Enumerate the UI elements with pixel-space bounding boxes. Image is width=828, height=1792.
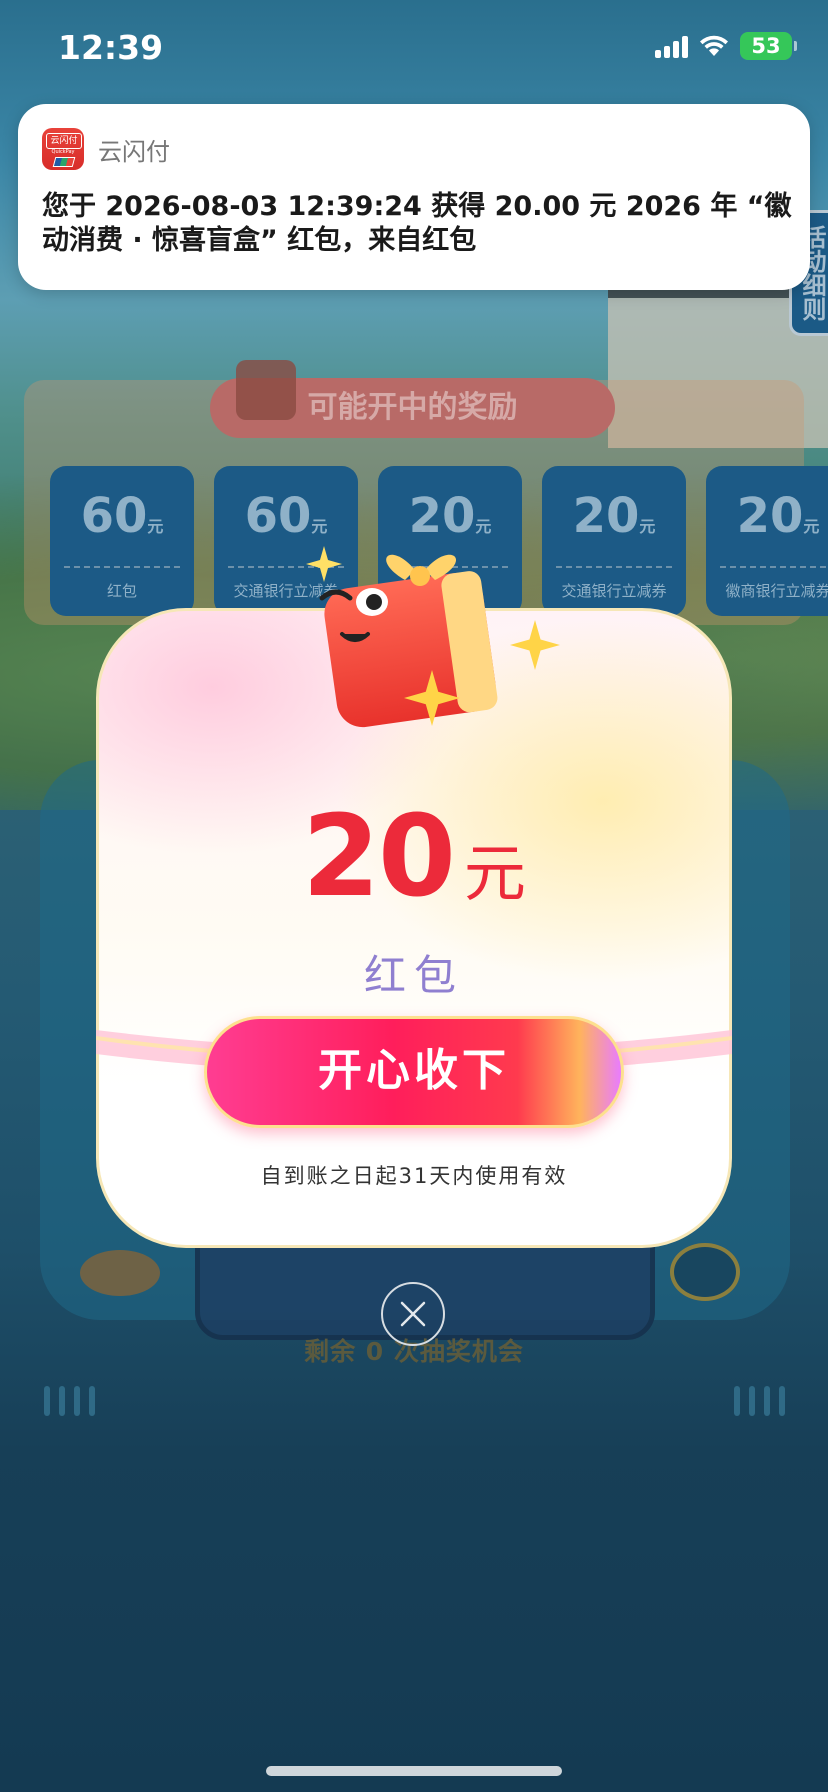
- coupon-card: 20元 徽商银行立减券: [706, 466, 828, 616]
- decor-stripes-right: [734, 1386, 785, 1416]
- app-icon-text: 云闪付: [46, 133, 82, 149]
- app-icon: 云闪付 QuickPay: [42, 128, 84, 170]
- prize-amount-unit: 元: [463, 837, 526, 910]
- machine-knob-left: [80, 1250, 160, 1296]
- notification-app-name: 云闪付: [98, 138, 170, 166]
- status-icons: 53: [655, 32, 797, 60]
- coupon-label: 红包: [106, 582, 137, 600]
- coupon-card: 20元 交通银行立减券: [542, 466, 686, 616]
- coupon-amount: 60: [244, 488, 312, 544]
- push-notification[interactable]: 云闪付 QuickPay 云闪付 您于 2026-08-03 12:39:24 …: [18, 104, 810, 290]
- coupon-unit: 元: [803, 517, 820, 536]
- coupon-amount: 20: [408, 488, 476, 544]
- validity-text: 自到账之日起31天内使用有效: [260, 1164, 568, 1188]
- status-time: 12:39: [58, 28, 164, 67]
- coupon-unit: 元: [475, 517, 492, 536]
- coupon-amount: 60: [80, 488, 148, 544]
- coupon-unit: 元: [311, 517, 328, 536]
- coupon-label: 徽商银行立减券: [725, 582, 828, 600]
- decor-stripes-left: [44, 1386, 95, 1416]
- sparkle-icon: [306, 546, 342, 586]
- notification-message: 您于 2026-08-03 12:39:24 获得 20.00 元 2026 年…: [42, 191, 792, 256]
- wifi-icon: [698, 34, 730, 58]
- accept-button[interactable]: 开心收下: [204, 1016, 624, 1128]
- coupon-unit: 元: [639, 517, 656, 536]
- sparkle-icon: [510, 620, 560, 674]
- prize-amount: 20 元: [96, 792, 732, 922]
- prize-amount-value: 20: [302, 792, 456, 922]
- prize-type: 红包: [363, 951, 464, 1000]
- coupon-label: 交通银行立减券: [561, 582, 667, 600]
- coupon-amount: 20: [736, 488, 804, 544]
- coupon-divider: [556, 566, 672, 568]
- sparkle-icon: [404, 670, 460, 730]
- machine-knob-right: [670, 1243, 740, 1301]
- battery-level: 53: [751, 34, 781, 58]
- coupon-card: 60元 红包: [50, 466, 194, 616]
- app-icon-subtext: QuickPay: [51, 149, 75, 155]
- close-button[interactable]: [381, 1282, 445, 1346]
- coupon-divider: [64, 566, 180, 568]
- battery-icon: 53: [740, 32, 797, 60]
- coupon-unit: 元: [147, 517, 164, 536]
- close-icon: [400, 1301, 426, 1327]
- small-gift-icon: [236, 360, 296, 420]
- home-indicator[interactable]: [266, 1766, 562, 1776]
- cellular-signal-icon: [655, 34, 688, 58]
- coupon-amount: 20: [572, 488, 640, 544]
- coupon-divider: [720, 566, 828, 568]
- unionpay-flag-icon: [52, 157, 76, 167]
